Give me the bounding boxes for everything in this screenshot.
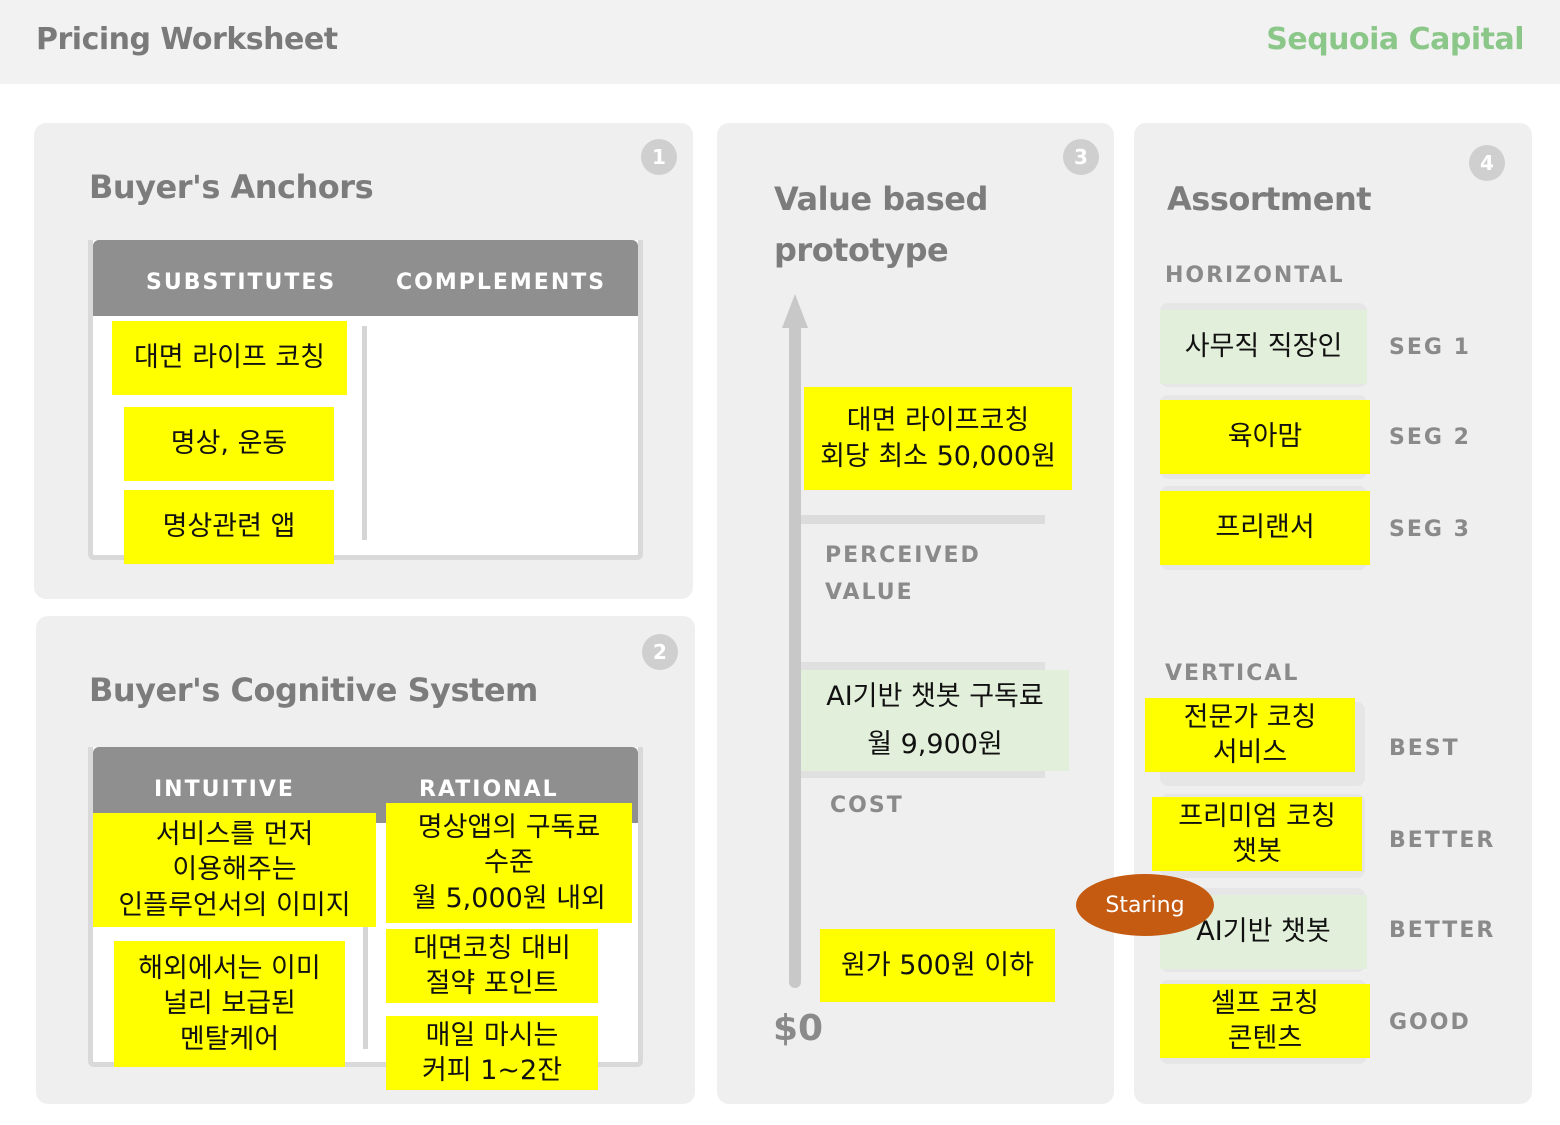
step-number-2: 2 [642,634,678,670]
panel-title-cognitive: Buyer's Cognitive System [89,671,538,709]
tier-label: BETTER [1389,828,1496,853]
tier-label: BEST [1389,736,1460,761]
vertical-label: VERTICAL [1165,661,1300,686]
sticky-note[interactable]: 프리미엄 코칭 챗봇 [1152,797,1362,871]
panel-title-anchors: Buyer's Anchors [89,168,374,206]
value-axis-arrow-icon [782,294,808,328]
sticky-note[interactable]: 명상관련 앱 [124,490,334,564]
sticky-note[interactable]: 대면 라이프 코칭 [112,321,347,395]
sticky-note[interactable]: 명상앱의 구독료 수준 월 5,000원 내외 [386,803,632,923]
col-intuitive: INTUITIVE [154,777,295,802]
tier-label: GOOD [1389,1010,1471,1035]
panel-title-value: Value based prototype [774,180,988,270]
segment-label: SEG 3 [1389,517,1471,542]
col-complements: COMPLEMENTS [396,270,607,295]
zero-label: $0 [773,1008,824,1049]
header-bar: Pricing Worksheet Sequoia Capital [0,0,1560,84]
brand-label: Sequoia Capital [1266,22,1524,57]
segment-label: SEG 2 [1389,425,1471,450]
sticky-note[interactable]: 대면코칭 대비 절약 포인트 [386,929,598,1003]
panel-buyers-cognitive-system: 2 Buyer's Cognitive System INTUITIVE RAT… [36,616,695,1104]
sticky-note[interactable]: 매일 마시는 커피 1~2잔 [386,1016,598,1090]
col-rational: RATIONAL [419,777,559,802]
panel-title-assortment: Assortment [1167,180,1372,218]
sticky-note[interactable]: 대면 라이프코칭 회당 최소 50,000원 [804,387,1072,490]
tier-label: BETTER [1389,918,1496,943]
sticky-note[interactable]: 서비스를 먼저 이용해주는 인플루언서의 이미지 [93,813,376,927]
perceived-value-label: PERCEIVED VALUE [825,543,981,606]
segment-note[interactable]: 사무직 직장인 [1160,310,1367,384]
panel-buyers-anchors: 1 Buyer's Anchors SUBSTITUTES COMPLEMENT… [34,123,693,599]
anchors-divider [362,326,367,540]
price-note[interactable]: AI기반 챗봇 구독료 월 9,900원 [801,670,1069,771]
sticky-note[interactable]: 전문가 코칭 서비스 [1145,698,1355,772]
value-axis-line [789,322,801,988]
segment-label: SEG 1 [1389,335,1471,360]
perceived-value-bar [801,515,1045,524]
sticky-note[interactable]: 명상, 운동 [124,407,334,481]
sticky-note[interactable]: 원가 500원 이하 [820,929,1055,1002]
horizontal-label: HORIZONTAL [1165,263,1345,288]
col-substitutes: SUBSTITUTES [146,270,337,295]
sticky-note[interactable]: 프리랜서 [1160,491,1370,565]
staring-badge[interactable]: Staring [1076,874,1214,936]
cost-label: COST [830,793,904,818]
sticky-note[interactable]: 해외에서는 이미 널리 보급된 멘탈케어 [114,941,345,1067]
anchors-table-header: SUBSTITUTES COMPLEMENTS [93,240,638,316]
step-number-3: 3 [1063,139,1099,175]
step-number-1: 1 [641,139,677,175]
sticky-note[interactable]: 육아맘 [1160,400,1370,474]
sticky-note[interactable]: 셀프 코칭 콘텐츠 [1160,984,1370,1058]
page-title: Pricing Worksheet [36,22,338,57]
step-number-4: 4 [1469,145,1505,181]
